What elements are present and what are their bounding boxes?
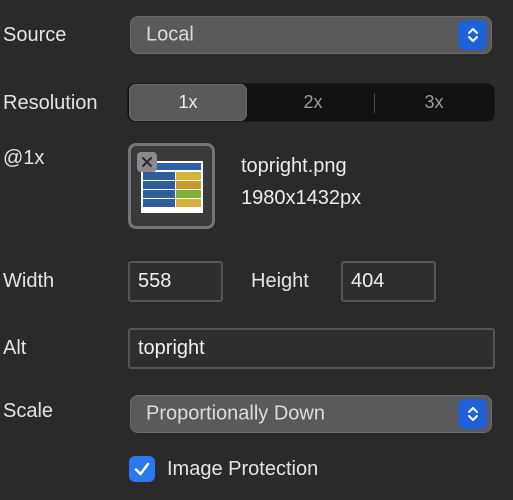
image-protection-checkbox[interactable]	[129, 456, 155, 482]
source-select-value: Local	[146, 23, 194, 46]
image-protection-label[interactable]: Image Protection	[167, 459, 318, 479]
image-1x-label: @1x	[3, 147, 45, 169]
image-filename: topright.png	[241, 155, 347, 177]
resolution-option-3x-label: 3x	[424, 92, 444, 112]
remove-image-close-icon[interactable]	[137, 152, 157, 172]
resolution-option-3x[interactable]: 3x	[375, 84, 493, 121]
resolution-option-2x[interactable]: 2x	[252, 84, 374, 121]
source-select[interactable]: Local	[130, 16, 492, 54]
alt-label: Alt	[3, 337, 27, 359]
height-label: Height	[251, 270, 309, 292]
scale-label: Scale	[3, 400, 54, 422]
resolution-option-1x-label: 1x	[178, 92, 198, 112]
source-select-chevrons-icon	[458, 20, 487, 50]
scale-select-value: Proportionally Down	[146, 402, 325, 425]
height-field[interactable]: 404	[341, 261, 436, 302]
image-1x-thumbnail[interactable]	[128, 143, 215, 229]
scale-select[interactable]: Proportionally Down	[130, 395, 492, 433]
resolution-segmented-control: 1x 2x 3x	[127, 83, 495, 122]
resolution-label: Resolution	[3, 92, 98, 114]
width-label: Width	[3, 270, 55, 292]
resolution-option-2x-label: 2x	[303, 92, 323, 112]
width-field[interactable]: 558	[128, 261, 223, 302]
image-dimensions: 1980x1432px	[241, 187, 362, 209]
resolution-option-1x[interactable]: 1x	[129, 84, 247, 121]
checkmark-icon	[134, 462, 150, 476]
alt-field[interactable]: topright	[128, 328, 495, 369]
source-label: Source	[3, 24, 67, 46]
scale-select-chevrons-icon	[458, 399, 487, 429]
